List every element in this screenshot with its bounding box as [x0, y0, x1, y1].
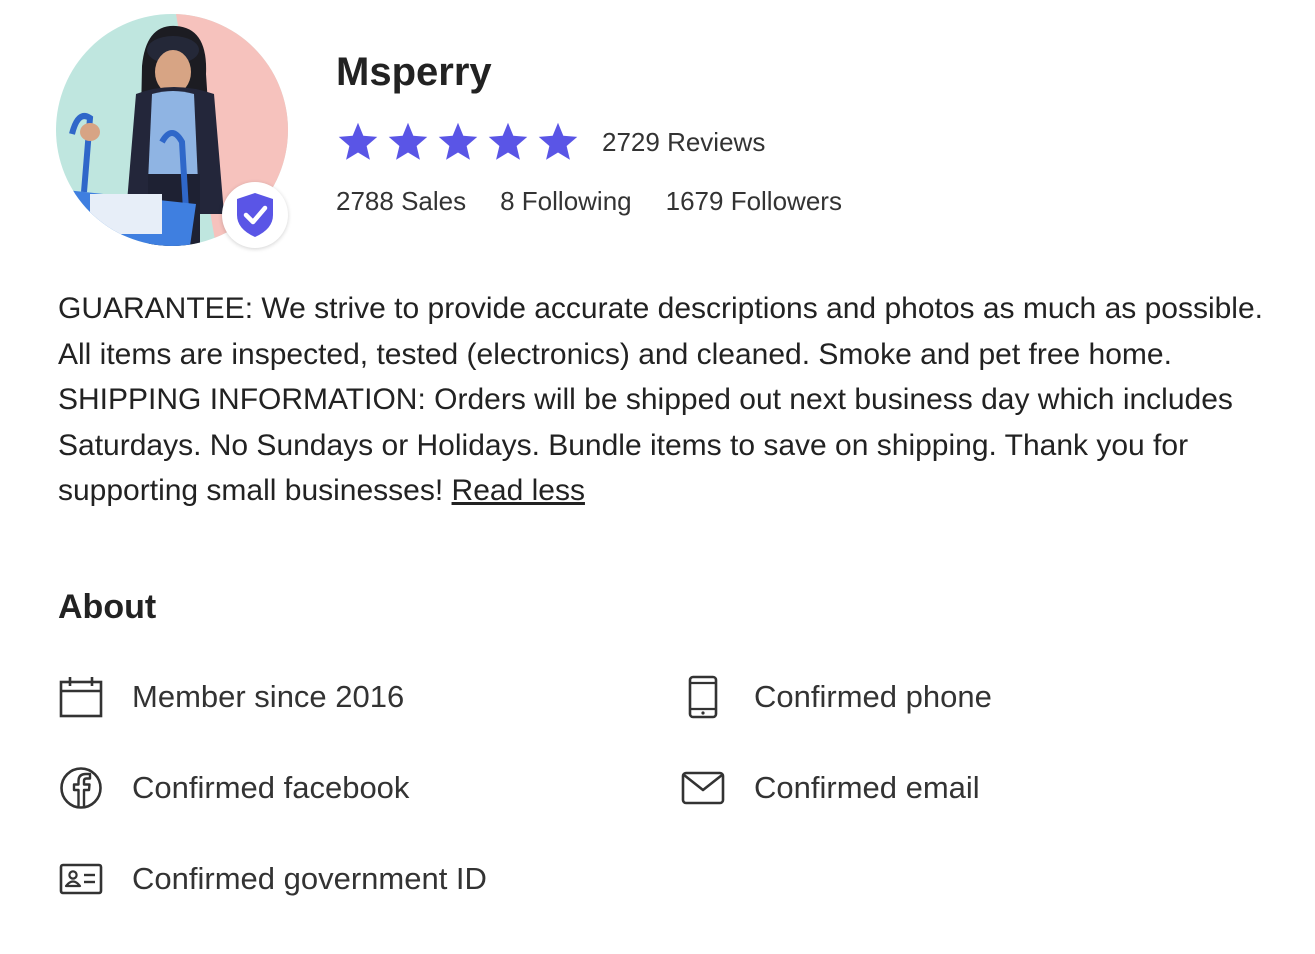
read-less-link[interactable]: Read less [452, 474, 585, 507]
followers-count[interactable]: 1679 Followers [666, 186, 842, 217]
about-item-label: Confirmed email [754, 770, 980, 805]
username[interactable]: Msperry [336, 48, 492, 96]
facebook-icon [58, 765, 104, 811]
bio-text: GUARANTEE: We strive to provide accurate… [58, 292, 1263, 507]
reviews-count[interactable]: 2729 Reviews [602, 127, 765, 158]
star-icon [438, 122, 478, 160]
about-item-email: Confirmed email [680, 763, 980, 813]
star-icon [488, 122, 528, 160]
id-card-icon [58, 856, 104, 902]
about-item-facebook: Confirmed facebook [58, 763, 409, 813]
mail-icon [680, 765, 726, 811]
about-item-member-since: Member since 2016 [58, 672, 404, 722]
star-rating [336, 120, 586, 164]
avatar-container[interactable] [56, 14, 288, 248]
star-icon [338, 122, 378, 160]
about-item-phone: Confirmed phone [680, 672, 992, 722]
phone-icon [680, 674, 726, 720]
about-item-government-id: Confirmed government ID [58, 854, 487, 904]
verified-badge[interactable] [222, 182, 288, 248]
following-count[interactable]: 8 Following [500, 186, 632, 217]
about-item-label: Confirmed facebook [132, 770, 410, 805]
about-item-label: Confirmed phone [754, 679, 992, 714]
about-title: About [58, 588, 157, 626]
seller-bio: GUARANTEE: We strive to provide accurate… [58, 286, 1263, 514]
calendar-icon [58, 674, 104, 720]
stats-row: 2788 Sales 8 Following 1679 Followers [336, 186, 842, 217]
verified-shield-icon [237, 193, 273, 237]
rating-row[interactable]: 2729 Reviews [336, 118, 765, 166]
star-icon [538, 122, 578, 160]
about-item-label: Confirmed government ID [132, 861, 487, 896]
about-item-label: Member since 2016 [132, 679, 405, 714]
profile-header: Msperry 2729 Reviews 2788 Sales 8 Follow… [56, 14, 1256, 254]
star-icon [388, 122, 428, 160]
sales-count: 2788 Sales [336, 186, 467, 216]
